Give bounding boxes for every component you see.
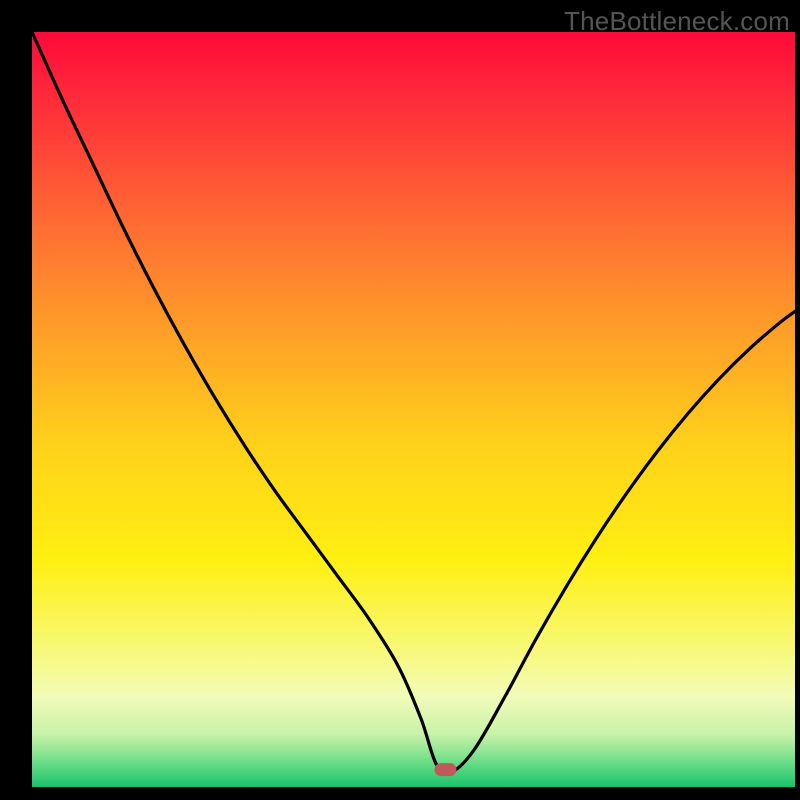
watermark-text: TheBottleneck.com	[564, 6, 790, 37]
chart-svg	[32, 32, 795, 787]
optimum-marker	[435, 763, 457, 776]
chart-background	[32, 32, 795, 787]
chart-area	[32, 32, 795, 787]
